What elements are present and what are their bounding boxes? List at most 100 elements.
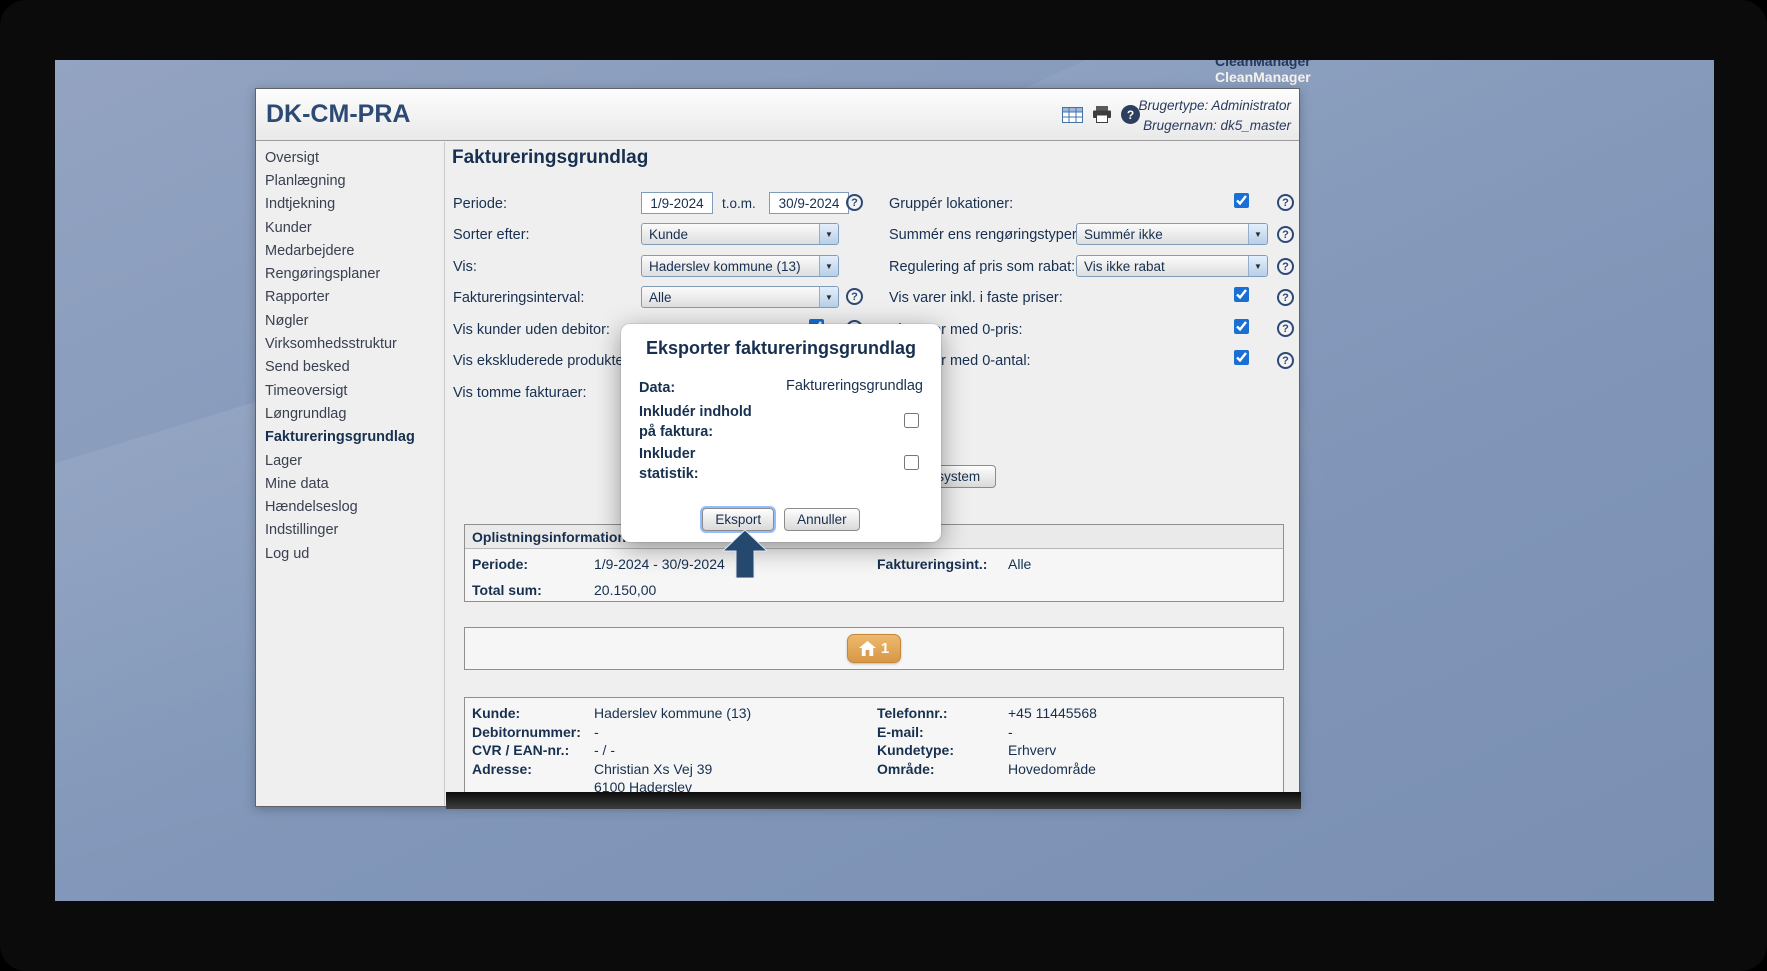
sidebar-item-indtjekning[interactable]: Indtjekning bbox=[256, 193, 444, 216]
table-view-icon[interactable] bbox=[1062, 107, 1083, 123]
regulering-help-icon[interactable]: ? bbox=[1277, 258, 1294, 275]
summer-help-icon[interactable]: ? bbox=[1277, 226, 1294, 243]
faste-priser-help-icon[interactable]: ? bbox=[1277, 289, 1294, 306]
vis-label: Vis: bbox=[453, 259, 477, 275]
vis-dropdown-value: Haderslev kommune (13) bbox=[642, 259, 801, 274]
faste-priser-checkbox[interactable] bbox=[1234, 287, 1249, 302]
cvr-value: - / - bbox=[594, 741, 877, 760]
customer-page-button[interactable]: 1 bbox=[847, 634, 901, 663]
sidebar-item-loengrundlag[interactable]: Løngrundlag bbox=[256, 402, 444, 425]
regulering-dropdown-value: Vis ikke rabat bbox=[1077, 259, 1165, 274]
faste-priser-label: Vis varer inkl. i faste priser: bbox=[889, 290, 1063, 306]
kunde-label: Kunde: bbox=[472, 704, 594, 723]
chevron-down-icon: ▼ bbox=[1248, 224, 1267, 244]
sidebar-item-log-ud[interactable]: Log ud bbox=[256, 542, 444, 565]
modal-buttons: Eksport Annuller bbox=[621, 508, 941, 531]
page-title: DK-CM-PRA bbox=[266, 100, 410, 129]
modal-data-value: Faktureringsgrundlag bbox=[786, 378, 923, 394]
cleanmanager-logo-shadow: CleanManager bbox=[1215, 60, 1311, 69]
debitor-label: Debitornummer: bbox=[472, 723, 594, 742]
periode-help-icon[interactable]: ? bbox=[846, 194, 863, 211]
content-heading: Faktureringsgrundlag bbox=[452, 147, 648, 169]
adresse-value: Christian Xs Vej 39 6100 Haderslev bbox=[594, 760, 877, 794]
print-icon[interactable] bbox=[1092, 106, 1112, 123]
sidebar-item-oversigt[interactable]: Oversigt bbox=[256, 146, 444, 169]
sidebar-item-indstillinger[interactable]: Indstillinger bbox=[256, 519, 444, 542]
kundetype-label: Kundetype: bbox=[877, 741, 1008, 760]
modal-title: Eksporter faktureringsgrundlag bbox=[621, 338, 941, 359]
sidebar-item-virksomhedsstruktur[interactable]: Virksomhedsstruktur bbox=[256, 332, 444, 355]
chevron-down-icon: ▼ bbox=[819, 256, 838, 276]
annuller-button[interactable]: Annuller bbox=[784, 508, 860, 531]
summer-dropdown[interactable]: Summér ikke ▼ bbox=[1076, 223, 1268, 245]
pager-box: 1 bbox=[464, 627, 1284, 670]
sidebar-item-planlaegning[interactable]: Planlægning bbox=[256, 169, 444, 192]
omrade-label: Område: bbox=[877, 760, 1008, 794]
user-info: Brugertype: Administrator Brugernavn: dk… bbox=[1138, 96, 1291, 136]
sidebar-item-haendelseslog[interactable]: Hændelseslog bbox=[256, 495, 444, 518]
house-icon bbox=[859, 641, 876, 656]
interval-dropdown-value: Alle bbox=[642, 290, 672, 305]
sidebar-item-timeoversigt[interactable]: Timeoversigt bbox=[256, 379, 444, 402]
sorter-dropdown-value: Kunde bbox=[642, 227, 688, 242]
user-name: Brugernavn: dk5_master bbox=[1138, 116, 1291, 136]
kundetype-value: Erhverv bbox=[1008, 741, 1283, 760]
debitor-value: - bbox=[594, 723, 877, 742]
user-type: Brugertype: Administrator bbox=[1138, 96, 1291, 116]
sidebar-item-send-besked[interactable]: Send besked bbox=[256, 356, 444, 379]
window-header: DK-CM-PRA ? bbox=[256, 89, 1299, 141]
chevron-down-icon: ▼ bbox=[819, 287, 838, 307]
chevron-down-icon: ▼ bbox=[1248, 256, 1267, 276]
eksport-button[interactable]: Eksport bbox=[702, 508, 774, 531]
uden-debitor-label: Vis kunder uden debitor: bbox=[453, 322, 610, 338]
cleanmanager-logo: CleanManager bbox=[1215, 69, 1311, 85]
sorter-dropdown[interactable]: Kunde ▼ bbox=[641, 223, 839, 245]
customer-grid: Kunde: Haderslev kommune (13) Telefonnr.… bbox=[465, 698, 1283, 793]
sidebar-item-faktureringsgrundlag[interactable]: Faktureringsgrundlag bbox=[256, 426, 444, 449]
adresse-label: Adresse: bbox=[472, 760, 594, 794]
sidebar-item-medarbejdere[interactable]: Medarbejdere bbox=[256, 239, 444, 262]
nul-antal-help-icon[interactable]: ? bbox=[1277, 352, 1294, 369]
nul-pris-checkbox[interactable] bbox=[1234, 319, 1249, 334]
summary-interval-label: Faktureringsint.: bbox=[877, 551, 1008, 577]
export-modal: Eksporter faktureringsgrundlag Data: Fak… bbox=[621, 324, 941, 542]
include-stats-label: Inkluder statistik: bbox=[639, 444, 699, 484]
sidebar-item-lager[interactable]: Lager bbox=[256, 449, 444, 472]
summary-total-value: 20.150,00 bbox=[594, 577, 877, 602]
sidebar-item-rapporter[interactable]: Rapporter bbox=[256, 286, 444, 309]
interval-dropdown[interactable]: Alle ▼ bbox=[641, 286, 839, 308]
sidebar-item-rengoeringsplaner[interactable]: Rengøringsplaner bbox=[256, 262, 444, 285]
table-header-strip bbox=[446, 792, 1301, 809]
nul-pris-help-icon[interactable]: ? bbox=[1277, 320, 1294, 337]
summary-grid: Periode: 1/9-2024 - 30/9-2024 Fakturerin… bbox=[465, 549, 1283, 602]
desktop-background: CleanManager CleanManager DK-CM-PRA bbox=[55, 60, 1714, 901]
summer-label: Summér ens rengøringstyper: bbox=[889, 227, 1081, 243]
sidebar-item-mine-data[interactable]: Mine data bbox=[256, 472, 444, 495]
interval-help-icon[interactable]: ? bbox=[846, 288, 863, 305]
telefon-label: Telefonnr.: bbox=[877, 704, 1008, 723]
help-icon[interactable]: ? bbox=[1121, 105, 1140, 124]
grupper-lokationer-help-icon[interactable]: ? bbox=[1277, 194, 1294, 211]
email-value: - bbox=[1008, 723, 1283, 742]
include-content-label: Inkludér indhold på faktura: bbox=[639, 402, 752, 442]
sidebar-item-kunder[interactable]: Kunder bbox=[256, 216, 444, 239]
pointer-arrow-annotation bbox=[723, 530, 767, 578]
summary-periode-label: Periode: bbox=[472, 551, 594, 577]
screen-frame: CleanManager CleanManager DK-CM-PRA bbox=[0, 0, 1767, 971]
kunde-value: Haderslev kommune (13) bbox=[594, 704, 877, 723]
telefon-value: +45 11445568 bbox=[1008, 704, 1283, 723]
header-toolbar: ? bbox=[1062, 105, 1140, 124]
periode-tom-label: t.o.m. bbox=[722, 196, 756, 211]
customer-box: Kunde: Haderslev kommune (13) Telefonnr.… bbox=[464, 697, 1284, 793]
grupper-lokationer-checkbox[interactable] bbox=[1234, 193, 1249, 208]
periode-from-input[interactable] bbox=[641, 192, 713, 214]
sidebar-item-noegler[interactable]: Nøgler bbox=[256, 309, 444, 332]
periode-to-input[interactable] bbox=[769, 192, 849, 214]
nul-antal-checkbox[interactable] bbox=[1234, 350, 1249, 365]
include-content-checkbox[interactable] bbox=[904, 413, 919, 428]
vis-dropdown[interactable]: Haderslev kommune (13) ▼ bbox=[641, 255, 839, 277]
periode-label: Periode: bbox=[453, 196, 507, 212]
regulering-dropdown[interactable]: Vis ikke rabat ▼ bbox=[1076, 255, 1268, 277]
include-stats-checkbox[interactable] bbox=[904, 455, 919, 470]
chevron-down-icon: ▼ bbox=[819, 224, 838, 244]
